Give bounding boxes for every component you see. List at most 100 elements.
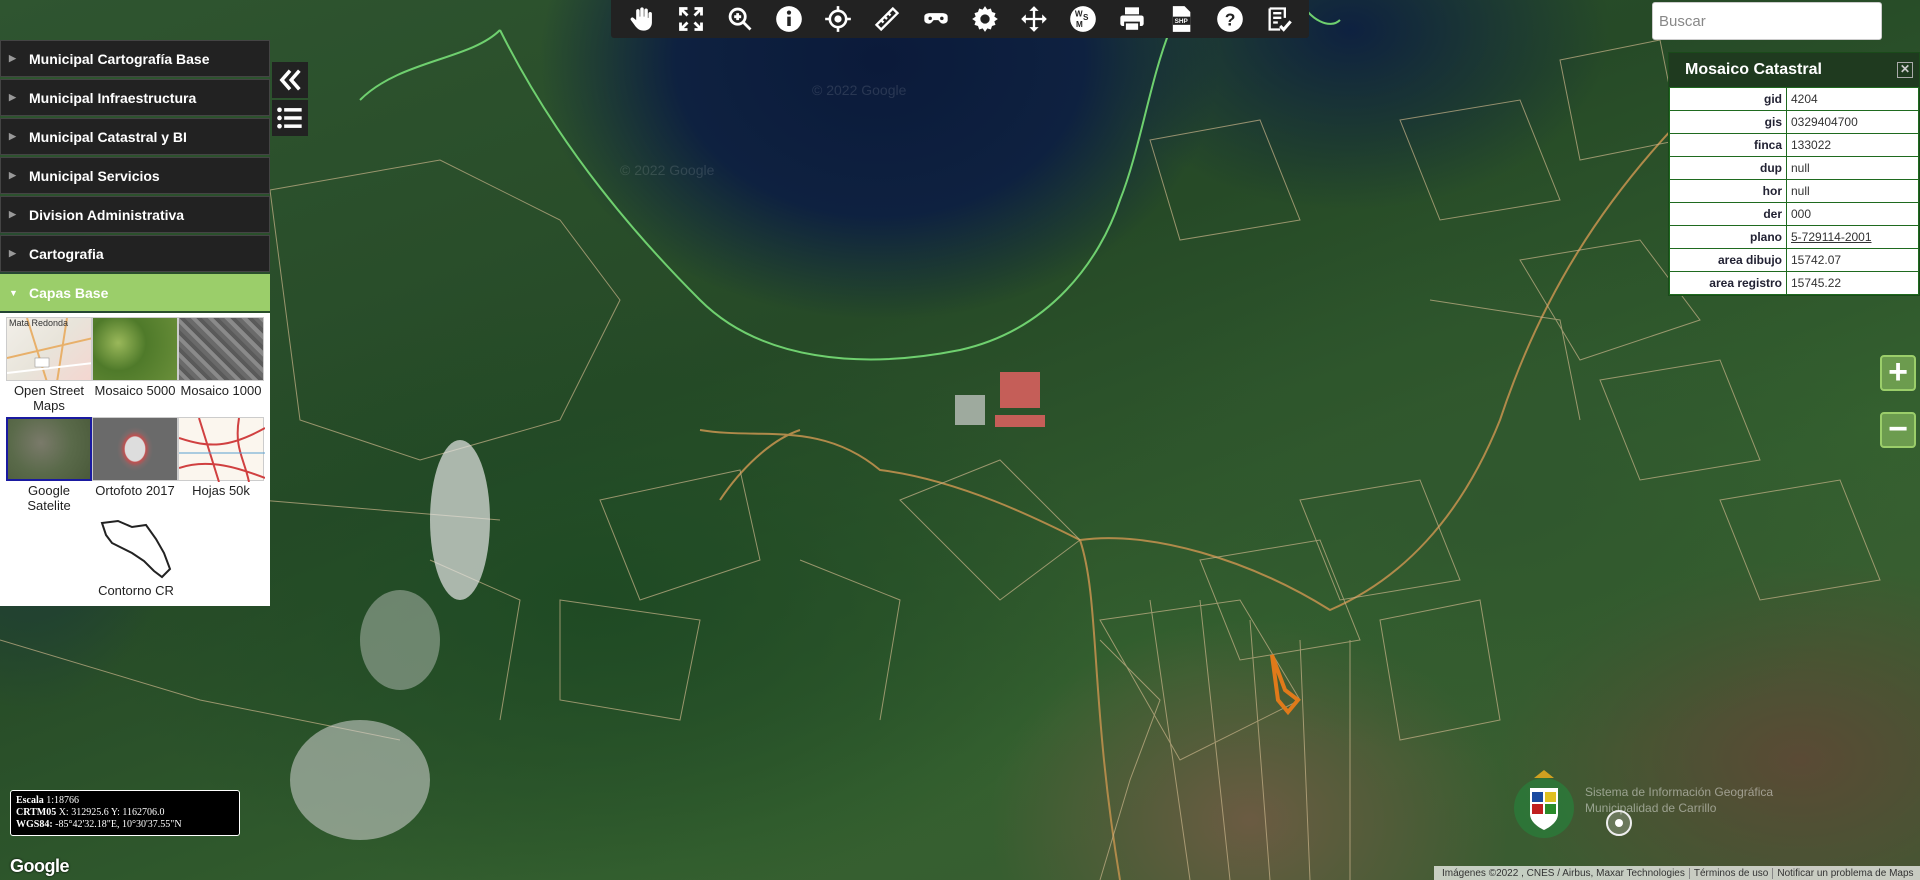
- info-key: gis: [1669, 110, 1787, 134]
- chevron-down-icon: ▼: [9, 287, 18, 298]
- hand-icon[interactable]: [623, 0, 661, 38]
- basemap-label: Open Street Maps: [13, 383, 85, 413]
- info-key: area dibujo: [1669, 248, 1787, 272]
- layer-item-municipal-catastral[interactable]: ▶ Municipal Catastral y BI: [0, 118, 270, 155]
- wms-icon[interactable]: WSM: [1064, 0, 1102, 38]
- layer-list-button[interactable]: [272, 100, 308, 136]
- hojas-50k-thumbnail: [178, 417, 265, 482]
- basemap-google-satelite[interactable]: Google Satelite: [6, 417, 92, 513]
- osm-thumb-label: Mata Redonda: [9, 318, 69, 328]
- close-icon[interactable]: ✕: [1897, 62, 1913, 78]
- layers-panel: ▶ Municipal Cartografía Base ▶ Municipal…: [0, 40, 270, 606]
- gear-icon[interactable]: [966, 0, 1004, 38]
- table-row: area dibujo 15742.07: [1669, 248, 1919, 272]
- info-key: dup: [1669, 156, 1787, 180]
- svg-text:?: ?: [1224, 9, 1235, 29]
- info-panel-title: Mosaico Catastral: [1685, 61, 1822, 78]
- basemap-open-street-maps[interactable]: Mata Redonda Open Street Maps: [6, 317, 92, 413]
- layer-item-municipal-servicios[interactable]: ▶ Municipal Servicios: [0, 157, 270, 194]
- watermark-line: Sistema de Información Geográfica: [1585, 785, 1774, 799]
- map-ghost-text: © 2022 Google: [620, 162, 715, 178]
- zoom-out-button[interactable]: −: [1880, 412, 1916, 448]
- info-icon[interactable]: [770, 0, 808, 38]
- feature-info-panel: Mosaico Catastral ✕ gid 4204 gis 032940470…: [1668, 52, 1920, 296]
- shp-file-icon[interactable]: SHP: [1162, 0, 1200, 38]
- info-key: area registro: [1669, 271, 1787, 295]
- svg-text:SHP: SHP: [1174, 18, 1188, 25]
- zoom-in-icon[interactable]: [721, 0, 759, 38]
- layer-item-cartografia[interactable]: ▶ Cartografia: [0, 235, 270, 272]
- layer-item-label: Division Administrativa: [29, 206, 185, 223]
- layer-item-label: Municipal Servicios: [29, 167, 160, 184]
- scale-label: Escala: [16, 795, 44, 806]
- help-icon[interactable]: ?: [1211, 0, 1249, 38]
- chevron-right-icon: ▶: [9, 131, 16, 141]
- streetview-icon[interactable]: [917, 0, 955, 38]
- info-table: gid 4204 gis 0329404700 finca 133022 dup nul…: [1669, 87, 1919, 295]
- crtm-value: X: 312925.6 Y: 1162706.0: [58, 807, 165, 818]
- fullscreen-icon[interactable]: [672, 0, 710, 38]
- zoom-in-button[interactable]: +: [1880, 355, 1916, 391]
- map-ghost-text: © 2022 Google: [812, 82, 907, 98]
- table-row: gid 4204: [1669, 87, 1919, 111]
- report-problem-link[interactable]: Notificar un problema de Maps: [1772, 867, 1917, 879]
- osm-thumbnail: Mata Redonda: [6, 317, 92, 381]
- table-row: gis 0329404700: [1669, 110, 1919, 134]
- info-key: der: [1669, 202, 1787, 226]
- info-value: 0329404700: [1786, 110, 1919, 134]
- google-logo[interactable]: Google: [10, 856, 70, 877]
- wgs-value: -85°42'32.18"E, 10°30'37.55"N: [55, 819, 182, 830]
- layer-item-label: Capas Base: [29, 284, 109, 301]
- basemap-contorno-cr[interactable]: Contorno CR: [6, 517, 266, 598]
- info-value: 4204: [1786, 87, 1919, 111]
- contorno-cr-thumbnail: [98, 517, 174, 581]
- collapse-panel-button[interactable]: [272, 62, 308, 98]
- chevron-right-icon: ▶: [9, 170, 16, 180]
- checklist-icon[interactable]: [1260, 0, 1298, 38]
- ortofoto-2017-thumbnail: [92, 417, 178, 481]
- layer-item-label: Cartografia: [29, 245, 104, 262]
- info-value: 000: [1786, 202, 1919, 226]
- svg-text:M: M: [1076, 20, 1083, 29]
- svg-text:S: S: [1083, 13, 1089, 22]
- basemap-ortofoto-2017[interactable]: Ortofoto 2017: [92, 417, 178, 513]
- plano-link[interactable]: 5-729114-2001: [1791, 230, 1872, 244]
- ruler-icon[interactable]: [868, 0, 906, 38]
- info-key: hor: [1669, 179, 1787, 203]
- info-value-cell: 5-729114-2001: [1786, 225, 1919, 249]
- info-value: 15745.22: [1786, 271, 1919, 295]
- geolocate-button[interactable]: [1606, 810, 1632, 836]
- layer-item-municipal-cartografia-base[interactable]: ▶ Municipal Cartografía Base: [0, 40, 270, 77]
- layer-item-division-administrativa[interactable]: ▶ Division Administrativa: [0, 196, 270, 233]
- layer-item-municipal-infraestructura[interactable]: ▶ Municipal Infraestructura: [0, 79, 270, 116]
- table-row: finca 133022: [1669, 133, 1919, 157]
- chevron-right-icon: ▶: [9, 92, 16, 102]
- chevron-right-icon: ▶: [9, 209, 16, 219]
- scale-line: Escala 1:18766: [16, 795, 234, 807]
- mosaico-1000-thumbnail: [178, 317, 264, 381]
- move-icon[interactable]: [1015, 0, 1053, 38]
- basemap-gallery: Mata Redonda Open Street Maps Mosaico 50…: [0, 313, 270, 606]
- basemap-mosaico-5000[interactable]: Mosaico 5000: [92, 317, 178, 413]
- svg-text:W: W: [1074, 10, 1082, 19]
- basemap-mosaico-1000[interactable]: Mosaico 1000: [178, 317, 264, 413]
- map-toolbar: WSM SHP ?: [611, 0, 1309, 38]
- basemap-label: Contorno CR: [98, 583, 174, 598]
- chevron-right-icon: ▶: [9, 248, 16, 258]
- table-row: der 000: [1669, 202, 1919, 226]
- basemap-label: Ortofoto 2017: [95, 483, 175, 498]
- crosshair-icon[interactable]: [819, 0, 857, 38]
- info-key: plano: [1669, 225, 1787, 249]
- search-input[interactable]: [1652, 2, 1882, 40]
- print-icon[interactable]: [1113, 0, 1151, 38]
- scale-coordinates-box: Escala 1:18766 CRTM05 X: 312925.6 Y: 116…: [10, 790, 240, 836]
- scale-value: 1:18766: [46, 795, 80, 806]
- info-panel-header: Mosaico Catastral ✕: [1669, 53, 1919, 87]
- terms-link[interactable]: Términos de uso: [1688, 867, 1772, 879]
- layer-item-capas-base[interactable]: ▼ Capas Base: [0, 274, 270, 311]
- table-row: hor null: [1669, 179, 1919, 203]
- basemap-hojas-50k[interactable]: Hojas 50k: [178, 417, 265, 513]
- info-value: 133022: [1786, 133, 1919, 157]
- basemap-label: Google Satelite: [27, 483, 71, 513]
- info-key: finca: [1669, 133, 1787, 157]
